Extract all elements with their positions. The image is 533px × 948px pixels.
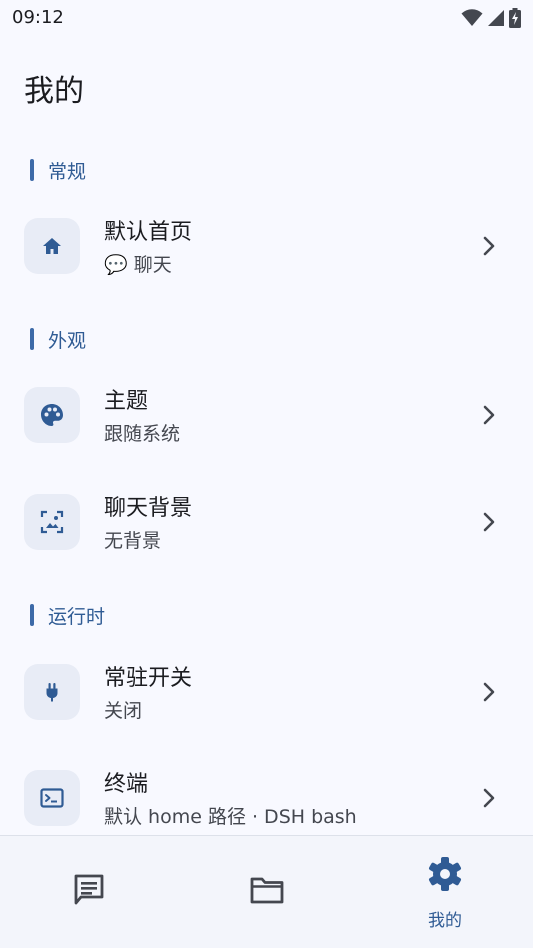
chevron-right-icon <box>483 236 495 256</box>
home-icon-box <box>24 218 80 274</box>
plug-icon-box <box>24 664 80 720</box>
settings-icon <box>429 857 461 891</box>
setting-default-home[interactable]: 默认首页 💬 聊天 <box>0 206 533 286</box>
terminal-icon-box <box>24 770 80 826</box>
setting-title: 默认首页 <box>104 220 193 245</box>
setting-persistent-switch[interactable]: 常驻开关 关闭 <box>0 652 533 732</box>
section-header-general: 常规 <box>30 158 87 183</box>
section-label: 运行时 <box>48 605 106 628</box>
section-label: 常规 <box>48 160 87 183</box>
nav-mine[interactable]: 我的 <box>356 836 533 948</box>
chat-icon <box>74 874 104 905</box>
battery-charging-icon <box>509 8 521 28</box>
setting-theme[interactable]: 主题 跟随系统 <box>0 375 533 455</box>
chevron-right-icon <box>483 512 495 532</box>
setting-subtitle: 跟随系统 <box>104 423 181 445</box>
setting-title: 聊天背景 <box>104 496 193 521</box>
section-accent-bar <box>30 328 34 350</box>
home-icon <box>43 238 61 254</box>
setting-subtitle: 关闭 <box>104 700 143 722</box>
signal-icon <box>488 10 504 26</box>
section-header-appearance: 外观 <box>30 327 87 352</box>
setting-terminal[interactable]: 终端 默认 home 路径 · DSH bash <box>0 758 533 838</box>
nav-chat[interactable] <box>0 836 178 948</box>
setting-title: 终端 <box>104 772 149 797</box>
section-header-runtime: 运行时 <box>30 603 106 628</box>
nav-label: 我的 <box>428 911 462 931</box>
folder-icon <box>250 877 284 904</box>
section-label: 外观 <box>48 329 87 352</box>
setting-subtitle: 💬 聊天 <box>104 254 172 276</box>
plug-icon <box>46 683 58 702</box>
palette-icon <box>41 404 63 426</box>
wallpaper-icon <box>40 510 64 534</box>
page-title: 我的 <box>24 74 84 109</box>
section-accent-bar <box>30 159 34 181</box>
setting-title: 主题 <box>104 389 149 414</box>
terminal-icon <box>40 788 64 808</box>
wallpaper-icon-box <box>24 494 80 550</box>
status-icons <box>461 8 521 28</box>
setting-subtitle: 无背景 <box>104 530 162 552</box>
nav-files[interactable] <box>178 836 356 948</box>
bottom-navigation: 我的 <box>0 836 533 948</box>
status-bar: 09:12 <box>0 0 533 36</box>
setting-chat-background[interactable]: 聊天背景 无背景 <box>0 482 533 562</box>
chevron-right-icon <box>483 682 495 702</box>
chevron-right-icon <box>483 405 495 425</box>
setting-subtitle: 默认 home 路径 · DSH bash <box>104 806 357 828</box>
palette-icon-box <box>24 387 80 443</box>
status-time: 09:12 <box>12 7 64 28</box>
wifi-icon <box>461 9 483 26</box>
chevron-right-icon <box>483 788 495 808</box>
setting-title: 常驻开关 <box>104 666 193 691</box>
section-accent-bar <box>30 604 34 626</box>
